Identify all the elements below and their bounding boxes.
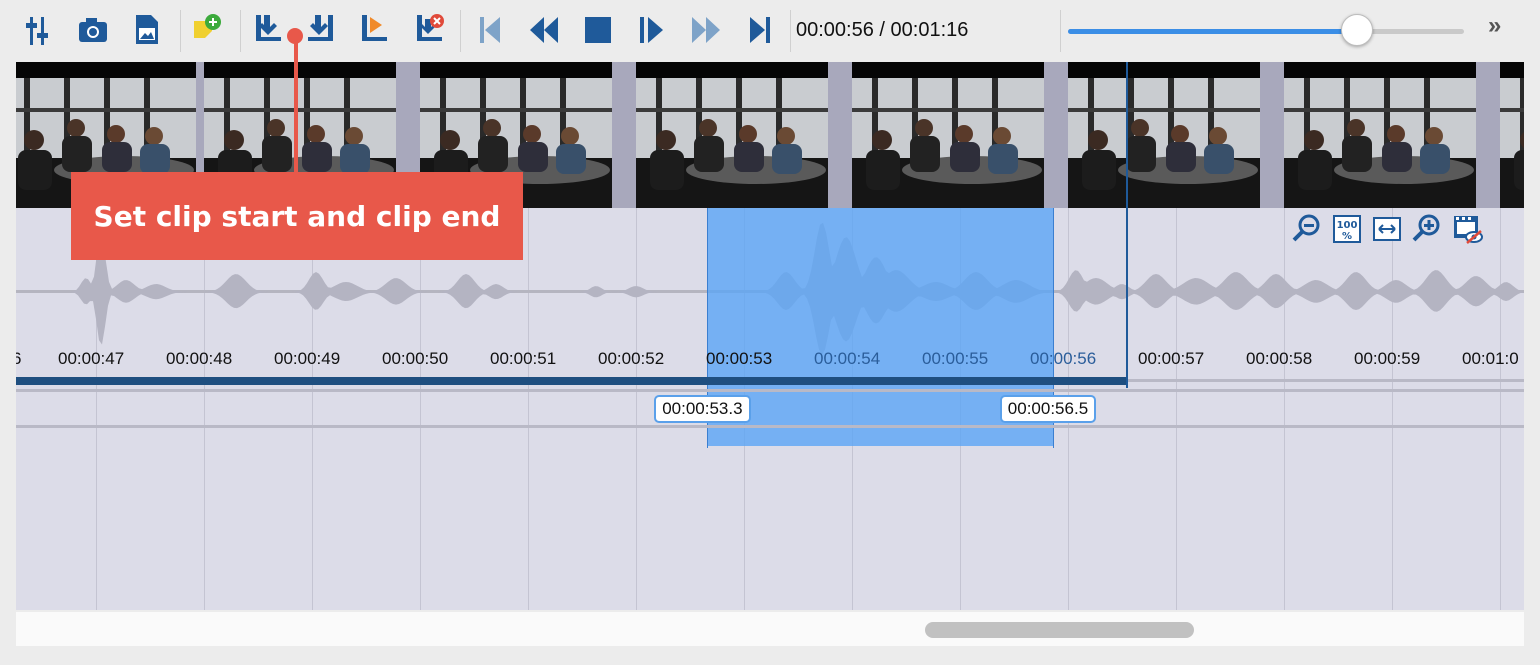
clip-start-marker[interactable]: 00:00:53.3 bbox=[654, 395, 751, 423]
set-clip-end-icon bbox=[308, 15, 333, 41]
video-thumbnail bbox=[852, 62, 1044, 208]
play-clip-button[interactable] bbox=[354, 8, 394, 52]
time-ruler-label: 00:00:58 bbox=[1246, 349, 1313, 368]
horizontal-scrollbar-thumb[interactable] bbox=[925, 622, 1194, 638]
image-export-icon bbox=[136, 15, 158, 44]
track-divider bbox=[16, 389, 1524, 392]
adjust-button[interactable] bbox=[20, 8, 60, 52]
add-note-button[interactable] bbox=[187, 8, 227, 52]
time-ruler-label: 00:00:48 bbox=[166, 349, 233, 368]
clip-end-marker[interactable]: 00:00:56.5 bbox=[999, 395, 1097, 423]
toggle-thumbnails-icon bbox=[1454, 216, 1483, 244]
stop-button[interactable] bbox=[578, 8, 618, 52]
time-ruler-label: 00:00:50 bbox=[382, 349, 449, 368]
svg-text:100: 100 bbox=[1337, 220, 1358, 231]
toolbar-separator bbox=[240, 10, 241, 52]
toolbar-separator bbox=[180, 10, 181, 52]
delete-clip-icon bbox=[417, 14, 444, 41]
played-range-bar bbox=[16, 377, 1126, 385]
rewind-button[interactable] bbox=[524, 8, 564, 52]
time-ruler-label: 00:00:49 bbox=[274, 349, 341, 368]
camera-button[interactable] bbox=[73, 8, 113, 52]
toolbar-separator bbox=[1060, 10, 1061, 52]
callout-annotation: Set clip start and clip end bbox=[71, 172, 523, 260]
zoom-100-icon: 100% bbox=[1333, 215, 1361, 243]
adjust-icon bbox=[26, 17, 48, 45]
timecode-display: 00:00:56 / 00:01:16 bbox=[796, 19, 969, 41]
volume-slider[interactable] bbox=[1068, 29, 1464, 34]
go-to-end-button[interactable] bbox=[740, 8, 780, 52]
toolbar-separator bbox=[460, 10, 461, 52]
image-export-button[interactable] bbox=[127, 8, 167, 52]
play-frame-button[interactable] bbox=[632, 8, 672, 52]
callout-pointer-dot bbox=[287, 28, 303, 44]
go-to-start-button[interactable] bbox=[470, 8, 510, 52]
time-ruler-label: 00:00:52 bbox=[598, 349, 665, 368]
svg-text:%: % bbox=[1342, 231, 1352, 242]
zoom-out-icon bbox=[1292, 214, 1320, 242]
fit-width-icon bbox=[1373, 217, 1401, 241]
set-clip-start-button[interactable] bbox=[248, 8, 288, 52]
zoom-in-icon bbox=[1412, 214, 1440, 242]
toolbar-separator bbox=[790, 10, 791, 52]
time-ruler-label: 00:00:59 bbox=[1354, 349, 1421, 368]
zoom-in-button[interactable] bbox=[1410, 212, 1444, 246]
more-tools-button[interactable]: » bbox=[1488, 12, 1501, 40]
track-divider bbox=[16, 425, 1524, 428]
fit-width-button[interactable] bbox=[1370, 212, 1404, 246]
video-thumbnail bbox=[1500, 62, 1524, 208]
add-note-icon bbox=[194, 14, 221, 38]
zoom-out-button[interactable] bbox=[1290, 212, 1324, 246]
set-clip-start-icon bbox=[256, 15, 281, 41]
time-ruler-label: 6 bbox=[16, 349, 22, 368]
time-ruler-label: 00:01:0 bbox=[1462, 349, 1519, 368]
set-clip-end-button[interactable] bbox=[301, 8, 341, 52]
delete-clip-button[interactable] bbox=[409, 8, 449, 52]
time-ruler-label: 00:00:57 bbox=[1138, 349, 1205, 368]
timeline-panel[interactable]: 6 00:00:47 00:00:48 00:00:49 00:00:50 00:00:5… bbox=[16, 62, 1524, 610]
time-ruler-label: 00:00:47 bbox=[58, 349, 125, 368]
time-ruler-label: 00:00:55 bbox=[922, 349, 989, 368]
time-ruler-label: 00:00:56 bbox=[1030, 349, 1097, 368]
time-ruler-label: 00:00:53 bbox=[706, 349, 773, 368]
video-clip-editor: 00:00:56 / 00:01:16 » 6 00:00:47 00:00:4… bbox=[0, 0, 1540, 665]
callout-pointer-line bbox=[294, 36, 298, 176]
playhead[interactable] bbox=[1126, 62, 1128, 388]
remaining-range-bar bbox=[1126, 379, 1524, 382]
time-ruler-label: 00:00:54 bbox=[814, 349, 881, 368]
toggle-thumbnails-button[interactable] bbox=[1450, 212, 1484, 246]
zoom-100-button[interactable]: 100% bbox=[1330, 212, 1364, 246]
go-to-start-icon bbox=[480, 17, 500, 43]
play-frame-icon bbox=[640, 17, 663, 43]
toolbar: 00:00:56 / 00:01:16 » bbox=[0, 0, 1540, 62]
fast-forward-button[interactable] bbox=[686, 8, 726, 52]
horizontal-scrollbar[interactable] bbox=[16, 612, 1524, 646]
rewind-icon bbox=[530, 17, 558, 43]
time-ruler-label: 00:00:51 bbox=[490, 349, 557, 368]
video-thumbnail bbox=[1068, 62, 1260, 208]
camera-icon bbox=[79, 18, 107, 42]
go-to-end-icon bbox=[750, 17, 770, 43]
video-thumbnail bbox=[636, 62, 828, 208]
play-clip-icon bbox=[362, 15, 387, 41]
volume-slider-fill bbox=[1068, 29, 1358, 34]
volume-slider-knob[interactable] bbox=[1341, 14, 1374, 46]
video-thumbnail bbox=[1284, 62, 1476, 208]
stop-icon bbox=[585, 17, 611, 43]
fast-forward-icon bbox=[692, 17, 720, 43]
